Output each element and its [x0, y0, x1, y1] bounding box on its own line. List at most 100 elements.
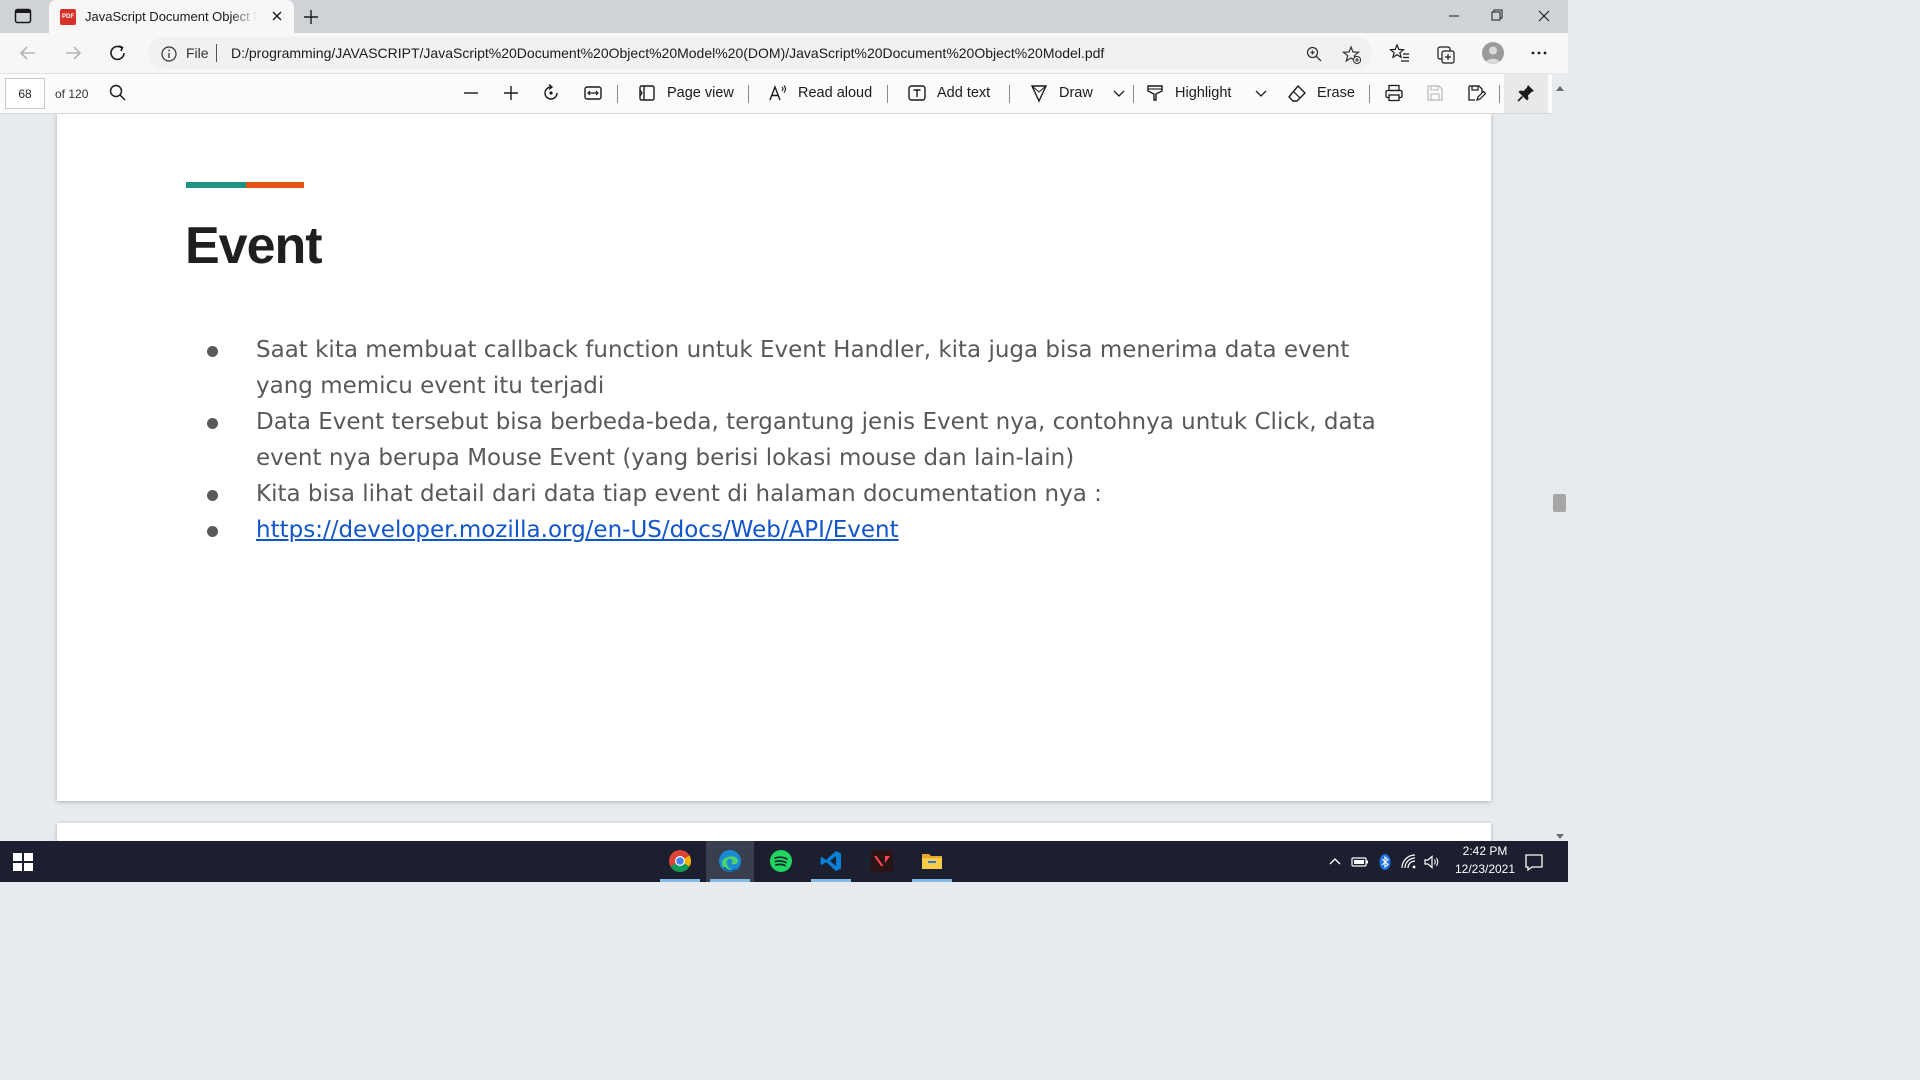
- read-aloud-label: Read aloud: [798, 85, 873, 101]
- valorant-icon[interactable]: [858, 841, 906, 882]
- pdf-page: Event Saat kita membuat callback functio…: [57, 114, 1491, 801]
- toolbar-divider: [887, 85, 888, 103]
- battery-icon[interactable]: [1351, 853, 1369, 871]
- close-tab-icon[interactable]: [268, 7, 286, 25]
- toolbar-divider: [748, 85, 749, 103]
- bullet-item: https://developer.mozilla.org/en-US/docs…: [203, 512, 1403, 548]
- toolbar-divider: [1009, 85, 1010, 103]
- bullet-item: Kita bisa lihat detail dari data tiap ev…: [203, 476, 1403, 512]
- info-icon[interactable]: [160, 45, 178, 63]
- pdf-viewport[interactable]: Event Saat kita membuat callback functio…: [0, 114, 1552, 841]
- pdf-file-icon: PDF: [60, 9, 76, 25]
- eraser-icon: [1288, 85, 1306, 102]
- mdn-event-link[interactable]: https://developer.mozilla.org/en-US/docs…: [256, 517, 899, 543]
- add-text-icon: [908, 85, 926, 101]
- volume-icon[interactable]: [1423, 853, 1441, 871]
- spotify-icon[interactable]: [757, 841, 805, 882]
- toolbar-divider: [617, 85, 618, 103]
- slide-title: Event: [185, 217, 323, 275]
- tab-actions-icon[interactable]: [14, 8, 32, 24]
- bullet-dot: [207, 418, 218, 429]
- url-text[interactable]: D:/programming/JAVASCRIPT/JavaScript%20D…: [231, 45, 1104, 61]
- file-explorer-icon[interactable]: [908, 841, 956, 882]
- add-text-button[interactable]: Add text: [907, 83, 997, 105]
- bullet-text: Saat kita membuat callback function untu…: [256, 337, 1350, 399]
- refresh-icon[interactable]: [107, 42, 129, 64]
- read-aloud-icon: [769, 85, 787, 101]
- highlighter-icon: [1147, 85, 1163, 101]
- running-indicator: [710, 879, 750, 882]
- restore-icon[interactable]: [1474, 4, 1520, 28]
- next-pdf-page: [57, 823, 1491, 841]
- scroll-down-arrow-icon[interactable]: [1555, 828, 1565, 839]
- running-indicator: [811, 879, 851, 882]
- pin-toolbar-button[interactable]: [1504, 74, 1548, 113]
- zoom-in-icon[interactable]: [501, 83, 521, 105]
- bullet-text: Data Event tersebut bisa berbeda-beda, t…: [256, 409, 1376, 471]
- draw-icon: [1030, 85, 1048, 103]
- taskbar: 2:42 PM 12/23/2021: [0, 841, 1568, 882]
- page-view-label: Page view: [667, 85, 734, 101]
- vertical-scrollbar[interactable]: [1552, 73, 1568, 841]
- new-tab-icon[interactable]: [301, 7, 321, 27]
- back-icon[interactable]: [17, 42, 39, 64]
- page-number-input[interactable]: [5, 78, 45, 109]
- bullet-text: Kita bisa lihat detail dari data tiap ev…: [256, 481, 1102, 507]
- save-icon[interactable]: [1425, 83, 1445, 105]
- page-view-button[interactable]: Page view: [637, 83, 737, 105]
- draw-options-chevron-icon[interactable]: [1109, 83, 1125, 105]
- zoom-icon[interactable]: [1305, 45, 1323, 63]
- save-as-icon[interactable]: [1466, 83, 1486, 105]
- collections-icon[interactable]: [1435, 42, 1457, 64]
- highlight-label: Highlight: [1175, 85, 1232, 101]
- read-aloud-button[interactable]: Read aloud: [768, 83, 872, 105]
- title-accent-orange: [246, 182, 304, 188]
- tab-title: JavaScript Document Object Model: [85, 9, 257, 25]
- highlight-options-chevron-icon[interactable]: [1251, 83, 1267, 105]
- profile-avatar[interactable]: [1482, 42, 1504, 64]
- browser-tab[interactable]: PDF JavaScript Document Object Model: [49, 0, 294, 33]
- bullet-list: Saat kita membuat callback function untu…: [203, 332, 1403, 548]
- running-indicator: [660, 879, 700, 882]
- running-indicator: [912, 879, 952, 882]
- show-hidden-icons-chevron-icon[interactable]: [1326, 853, 1344, 871]
- toolbar-divider: [1499, 85, 1500, 103]
- edge-icon[interactable]: [706, 841, 754, 882]
- clock-date[interactable]: 12/23/2021: [1446, 862, 1524, 876]
- search-icon[interactable]: [108, 83, 128, 105]
- scroll-thumb[interactable]: [1553, 494, 1566, 512]
- scroll-up-arrow-icon[interactable]: [1555, 79, 1565, 91]
- pin-icon: [1517, 85, 1534, 102]
- bluetooth-icon[interactable]: [1376, 853, 1394, 871]
- omnibox[interactable]: File D:/programming/JAVASCRIPT/JavaScrip…: [148, 37, 1372, 69]
- page-view-icon: [639, 85, 655, 101]
- bullet-dot: [207, 526, 218, 537]
- more-options-icon[interactable]: [1528, 42, 1550, 64]
- site-label: File: [186, 45, 209, 61]
- site-divider: [216, 44, 217, 62]
- pdf-toolbar: of 120 Page view Read aloud Add text Dra…: [0, 73, 1568, 114]
- erase-button[interactable]: Erase: [1287, 83, 1357, 105]
- zoom-out-icon[interactable]: [461, 83, 481, 105]
- favorites-icon[interactable]: [1388, 42, 1411, 64]
- close-window-icon[interactable]: [1521, 4, 1567, 28]
- toolbar-divider: [1133, 85, 1134, 103]
- minimize-icon[interactable]: [1431, 4, 1477, 28]
- add-text-label: Add text: [937, 85, 991, 101]
- address-bar: File D:/programming/JAVASCRIPT/JavaScrip…: [0, 33, 1568, 73]
- rotate-icon[interactable]: [541, 83, 561, 105]
- windows-start-icon[interactable]: [12, 852, 34, 872]
- wifi-icon[interactable]: [1400, 853, 1418, 871]
- chrome-icon[interactable]: [656, 841, 704, 882]
- notification-center-icon[interactable]: [1524, 852, 1544, 872]
- add-favorite-icon[interactable]: [1341, 45, 1362, 65]
- highlight-button[interactable]: Highlight: [1145, 83, 1245, 105]
- clock-time[interactable]: 2:42 PM: [1455, 844, 1515, 858]
- fit-width-icon[interactable]: [583, 83, 603, 105]
- vscode-icon[interactable]: [807, 841, 855, 882]
- page-count: of 120: [55, 87, 89, 101]
- draw-button[interactable]: Draw: [1029, 83, 1099, 105]
- forward-icon[interactable]: [62, 42, 84, 64]
- print-icon[interactable]: [1384, 83, 1404, 105]
- title-accent-teal: [186, 182, 246, 188]
